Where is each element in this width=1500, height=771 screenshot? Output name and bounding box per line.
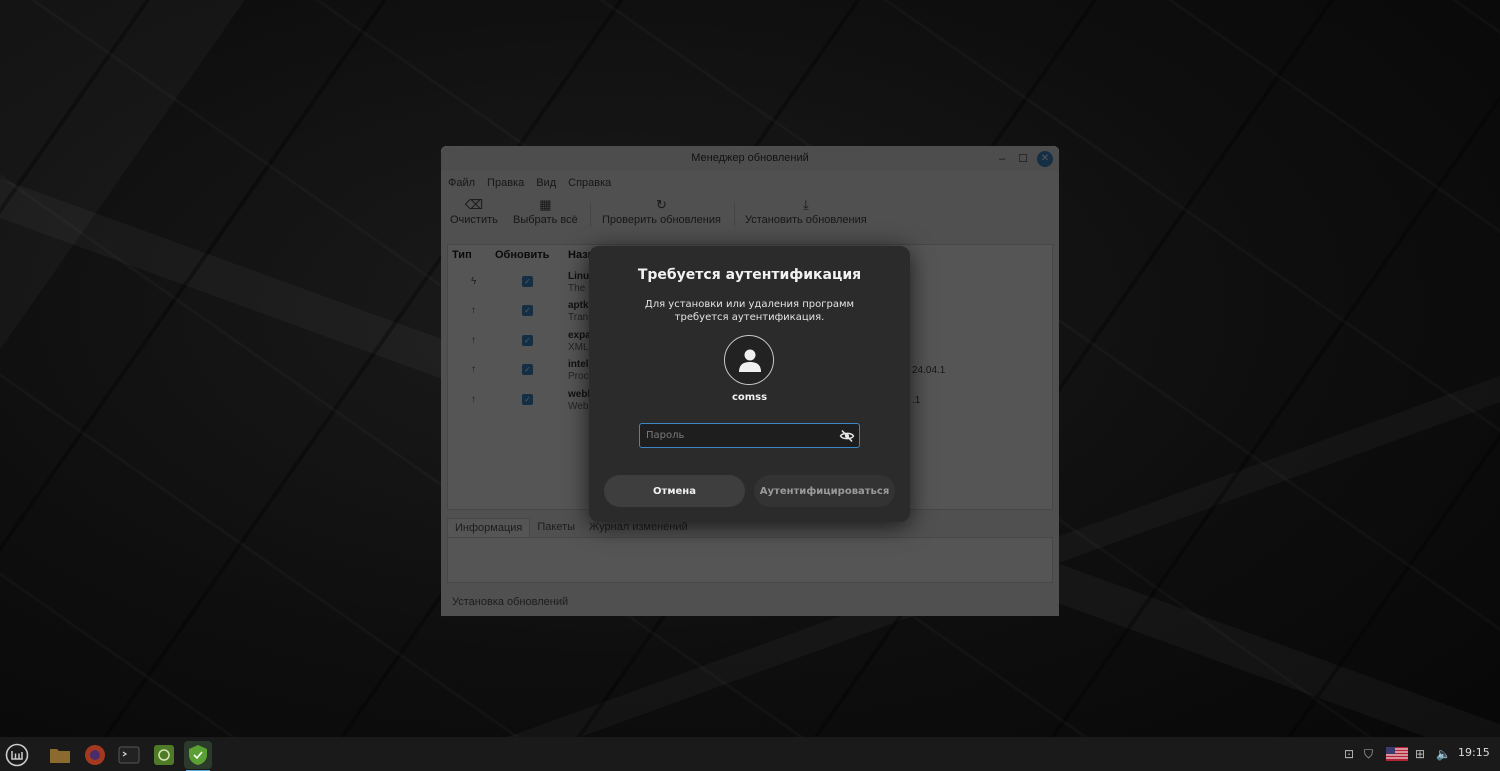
files-icon[interactable] (46, 741, 74, 769)
refresh-icon: ↻ (656, 197, 667, 212)
update-checkbox[interactable]: ✓ (522, 394, 533, 405)
avatar (724, 335, 774, 385)
arrow-up-icon: ↑ (471, 335, 476, 346)
mintinstall-icon[interactable] (150, 741, 178, 769)
check-updates-button[interactable]: ↻ Проверить обновления (602, 197, 721, 226)
volume-icon[interactable]: 🔈 (1436, 745, 1451, 763)
arrow-up-icon: ↑ (471, 364, 476, 375)
user-icon (739, 349, 761, 372)
clear-icon: ⌫ (464, 197, 484, 212)
column-update[interactable]: Обновить (495, 249, 549, 261)
install-updates-button[interactable]: ⤓ Установить обновления (745, 197, 867, 226)
window-titlebar[interactable]: Менеджер обновлений – ☐ ✕ (441, 146, 1059, 171)
column-type[interactable]: Тип (452, 249, 472, 261)
menu-view[interactable]: Вид (536, 177, 556, 193)
status-text: Установка обновлений (452, 596, 569, 608)
update-manager-icon[interactable] (184, 741, 212, 771)
shield-tray-icon[interactable]: ⛉ (1364, 745, 1373, 763)
menubar: Файл Правка Вид Справка (441, 171, 1059, 193)
tab-packages[interactable]: Пакеты (530, 518, 582, 538)
clear-button[interactable]: ⌫ Очистить (450, 197, 498, 226)
select-all-icon: ▦ (539, 197, 552, 212)
lightning-icon: ϟ (471, 276, 477, 287)
dialog-message: Для установки или удаления программ треб… (644, 299, 855, 323)
us-flag-icon[interactable] (1386, 747, 1408, 765)
auth-dialog: Требуется аутентификация Для установки и… (589, 246, 910, 522)
password-input[interactable] (639, 423, 860, 448)
network-icon[interactable]: ⊞ (1415, 745, 1425, 763)
firefox-icon[interactable] (81, 741, 109, 769)
taskbar: ⊡ ⛉ ⊞ 🔈 19:15 (0, 737, 1500, 771)
toolbar-separator (590, 203, 591, 227)
username-label: comss (731, 392, 768, 403)
toolbar: ⌫ Очистить ▦ Выбрать всё ↻ Проверить обн… (441, 193, 1059, 237)
update-checkbox[interactable]: ✓ (522, 335, 533, 346)
toolbar-separator (734, 203, 735, 227)
arrow-up-icon: ↑ (471, 305, 476, 316)
update-checkbox[interactable]: ✓ (522, 276, 533, 287)
terminal-icon[interactable] (115, 741, 143, 769)
menu-edit[interactable]: Правка (487, 177, 524, 193)
select-all-button[interactable]: ▦ Выбрать всё (513, 197, 578, 226)
arrow-up-icon: ↑ (471, 394, 476, 405)
authenticate-button[interactable]: Аутентифицироваться (754, 475, 895, 507)
tab-content (447, 537, 1053, 583)
mint-menu-icon[interactable] (3, 741, 31, 769)
update-checkbox[interactable]: ✓ (522, 364, 533, 375)
menu-help[interactable]: Справка (568, 177, 611, 193)
eye-hidden-icon[interactable] (839, 428, 855, 444)
update-checkbox[interactable]: ✓ (522, 305, 533, 316)
clock[interactable]: 19:15 (1458, 746, 1490, 759)
cancel-button[interactable]: Отмена (604, 475, 745, 507)
updates-tray-icon[interactable]: ⊡ (1344, 745, 1354, 763)
download-icon: ⤓ (802, 197, 809, 212)
maximize-icon[interactable]: ☐ (1015, 151, 1031, 167)
dialog-title: Требуется аутентификация (637, 267, 862, 283)
tab-info[interactable]: Информация (447, 518, 531, 538)
window-title: Менеджер обновлений (691, 152, 809, 164)
menu-file[interactable]: Файл (448, 177, 475, 193)
close-icon[interactable]: ✕ (1037, 151, 1053, 167)
minimize-icon[interactable]: – (994, 151, 1010, 167)
